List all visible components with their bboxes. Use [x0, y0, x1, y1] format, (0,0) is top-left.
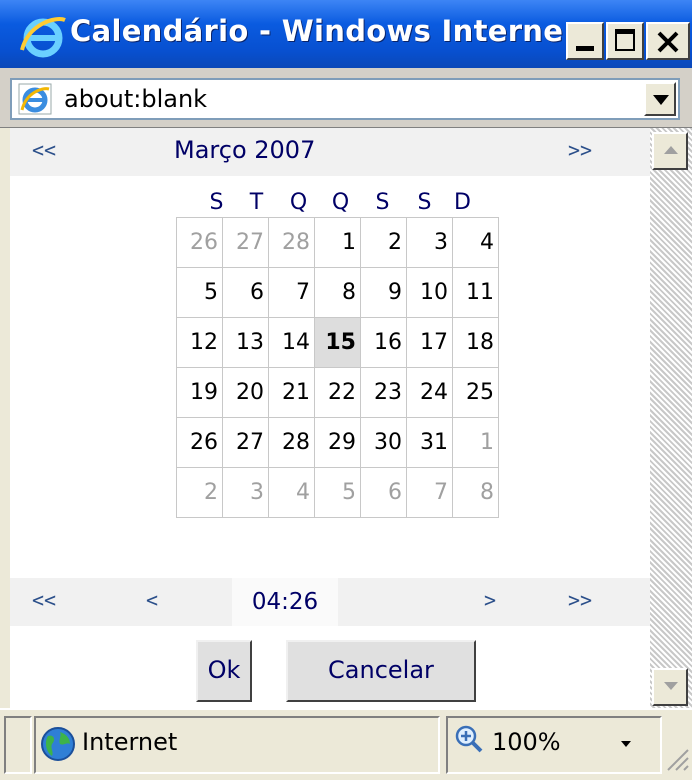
- weekday-label: T: [249, 190, 264, 215]
- minimize-button[interactable]: [566, 22, 604, 60]
- previous-year-button[interactable]: <<: [32, 138, 56, 162]
- month-nav-row: << Março 2007 >>: [10, 128, 650, 176]
- day-cell[interactable]: 29: [314, 417, 361, 468]
- zone-label: Internet: [82, 728, 178, 756]
- chevron-down-icon: [653, 95, 669, 105]
- day-cell[interactable]: 23: [360, 367, 407, 418]
- address-dropdown-button[interactable]: [644, 82, 676, 116]
- zoom-panel[interactable]: 100%: [446, 716, 662, 774]
- address-text: about:blank: [64, 85, 208, 113]
- day-cell[interactable]: 8: [452, 467, 499, 518]
- day-cell[interactable]: 25: [452, 367, 499, 418]
- next-year-button[interactable]: >>: [568, 138, 592, 162]
- close-button[interactable]: [646, 22, 690, 60]
- address-bar: about:blank: [0, 68, 692, 128]
- day-cell[interactable]: 28: [268, 217, 315, 268]
- day-cell[interactable]: 10: [406, 267, 453, 318]
- zoom-icon: [455, 725, 483, 753]
- zoom-dropdown-icon[interactable]: [620, 740, 632, 748]
- day-cell[interactable]: 3: [222, 467, 269, 518]
- minimize-icon: [576, 46, 594, 51]
- day-cell[interactable]: 27: [222, 217, 269, 268]
- day-cell[interactable]: 22: [314, 367, 361, 418]
- day-cell[interactable]: 24: [406, 367, 453, 418]
- globe-icon: [41, 727, 75, 761]
- day-cell[interactable]: 2: [176, 467, 223, 518]
- day-cell[interactable]: 26: [176, 217, 223, 268]
- day-cell[interactable]: 7: [406, 467, 453, 518]
- vertical-scrollbar[interactable]: [650, 128, 692, 708]
- week-row: 19 20 21 22 23 24 25: [176, 367, 499, 418]
- weekday-label: S: [375, 190, 390, 215]
- week-row: 2 3 4 5 6 7 8: [176, 467, 499, 518]
- day-cell[interactable]: 11: [452, 267, 499, 318]
- time-back-button[interactable]: <: [146, 588, 158, 612]
- weekday-label: Q: [331, 190, 350, 215]
- day-cell[interactable]: 9: [360, 267, 407, 318]
- internet-explorer-icon: [20, 17, 66, 58]
- day-cell[interactable]: 1: [314, 217, 361, 268]
- page-ie-icon: [18, 83, 52, 115]
- close-icon: [657, 31, 679, 53]
- time-forward-button[interactable]: >: [484, 588, 496, 612]
- zoom-level: 100%: [492, 728, 561, 756]
- day-cell[interactable]: 21: [268, 367, 315, 418]
- security-zone-panel[interactable]: Internet: [34, 716, 440, 774]
- day-cell[interactable]: 2: [360, 217, 407, 268]
- title-bar[interactable]: Calendário - Windows Interne...: [0, 0, 692, 68]
- month-year-label: Março 2007: [174, 136, 316, 164]
- day-grid: 26 27 28 1 2 3 4 5 6 7 8 9 10 11 12 13 1…: [176, 217, 499, 518]
- scroll-down-icon: [664, 682, 678, 690]
- day-cell[interactable]: 8: [314, 267, 361, 318]
- maximize-icon: [615, 29, 635, 51]
- day-cell[interactable]: 13: [222, 317, 269, 368]
- time-nav-row: << < 04:26 > >>: [10, 578, 650, 626]
- day-cell[interactable]: 20: [222, 367, 269, 418]
- week-row: 12 13 14 15 16 17 18: [176, 317, 499, 368]
- time-fast-back-button[interactable]: <<: [32, 588, 56, 612]
- resize-grip-icon[interactable]: [664, 746, 690, 772]
- scroll-down-button[interactable]: [652, 668, 688, 706]
- day-cell[interactable]: 17: [406, 317, 453, 368]
- day-cell[interactable]: 26: [176, 417, 223, 468]
- time-display[interactable]: 04:26: [232, 578, 338, 626]
- status-bar: Internet 100%: [0, 708, 692, 780]
- week-row: 26 27 28 29 30 31 1: [176, 417, 499, 468]
- time-fast-forward-button[interactable]: >>: [568, 588, 592, 612]
- status-empty-segment: [4, 716, 32, 774]
- weekday-label: Q: [289, 190, 308, 215]
- cancel-button[interactable]: Cancelar: [286, 640, 476, 702]
- day-cell[interactable]: 5: [314, 467, 361, 518]
- day-cell[interactable]: 27: [222, 417, 269, 468]
- scroll-up-button[interactable]: [652, 132, 688, 170]
- weekday-label: S: [209, 190, 224, 215]
- weekday-label: D: [454, 190, 471, 215]
- address-field[interactable]: about:blank: [10, 78, 680, 120]
- ok-button[interactable]: Ok: [196, 640, 252, 702]
- day-cell[interactable]: 1: [452, 417, 499, 468]
- day-cell[interactable]: 3: [406, 217, 453, 268]
- scroll-up-icon: [664, 146, 678, 154]
- week-row: 26 27 28 1 2 3 4: [176, 217, 499, 268]
- day-cell[interactable]: 5: [176, 267, 223, 318]
- day-cell[interactable]: 4: [452, 217, 499, 268]
- day-cell[interactable]: 4: [268, 467, 315, 518]
- day-cell[interactable]: 6: [222, 267, 269, 318]
- day-cell[interactable]: 7: [268, 267, 315, 318]
- day-cell[interactable]: 12: [176, 317, 223, 368]
- day-cell[interactable]: 14: [268, 317, 315, 368]
- day-cell[interactable]: 28: [268, 417, 315, 468]
- calendar-page: << Março 2007 >> S T Q Q S S D 26 27 28 …: [10, 128, 650, 708]
- week-row: 5 6 7 8 9 10 11: [176, 267, 499, 318]
- day-cell[interactable]: 16: [360, 317, 407, 368]
- day-cell[interactable]: 30: [360, 417, 407, 468]
- day-cell[interactable]: 31: [406, 417, 453, 468]
- day-cell[interactable]: 6: [360, 467, 407, 518]
- window-title: Calendário - Windows Interne...: [70, 14, 598, 48]
- day-cell-selected[interactable]: 15: [314, 317, 361, 368]
- day-cell[interactable]: 18: [452, 317, 499, 368]
- maximize-button[interactable]: [606, 22, 644, 60]
- day-cell[interactable]: 19: [176, 367, 223, 418]
